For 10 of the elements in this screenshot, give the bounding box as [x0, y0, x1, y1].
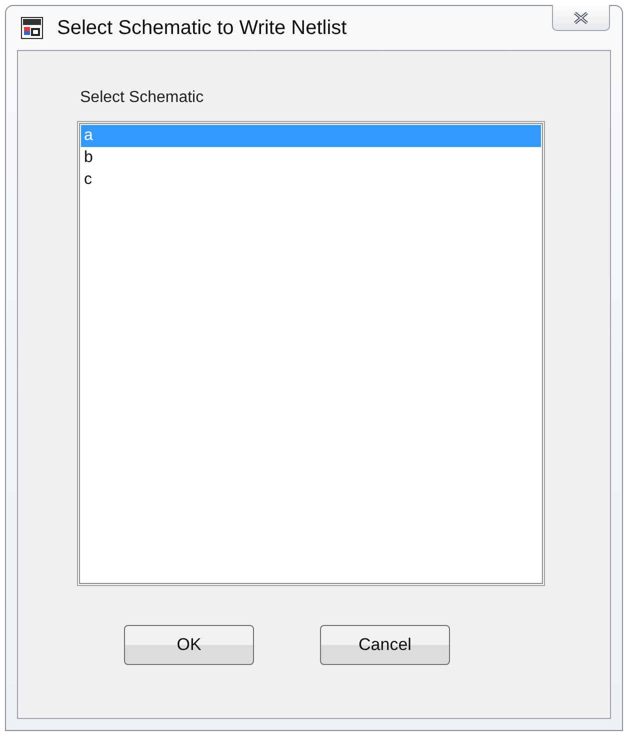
close-button[interactable]	[552, 5, 610, 31]
list-item[interactable]: c	[81, 169, 541, 191]
window-title: Select Schematic to Write Netlist	[57, 16, 347, 40]
list-label: Select Schematic	[80, 88, 204, 108]
cancel-button[interactable]: Cancel	[320, 625, 450, 665]
app-icon	[21, 17, 43, 39]
ok-button[interactable]: OK	[124, 625, 254, 665]
schematic-list[interactable]: a b c	[77, 121, 545, 586]
close-icon	[572, 10, 590, 24]
list-item[interactable]: b	[81, 147, 541, 169]
